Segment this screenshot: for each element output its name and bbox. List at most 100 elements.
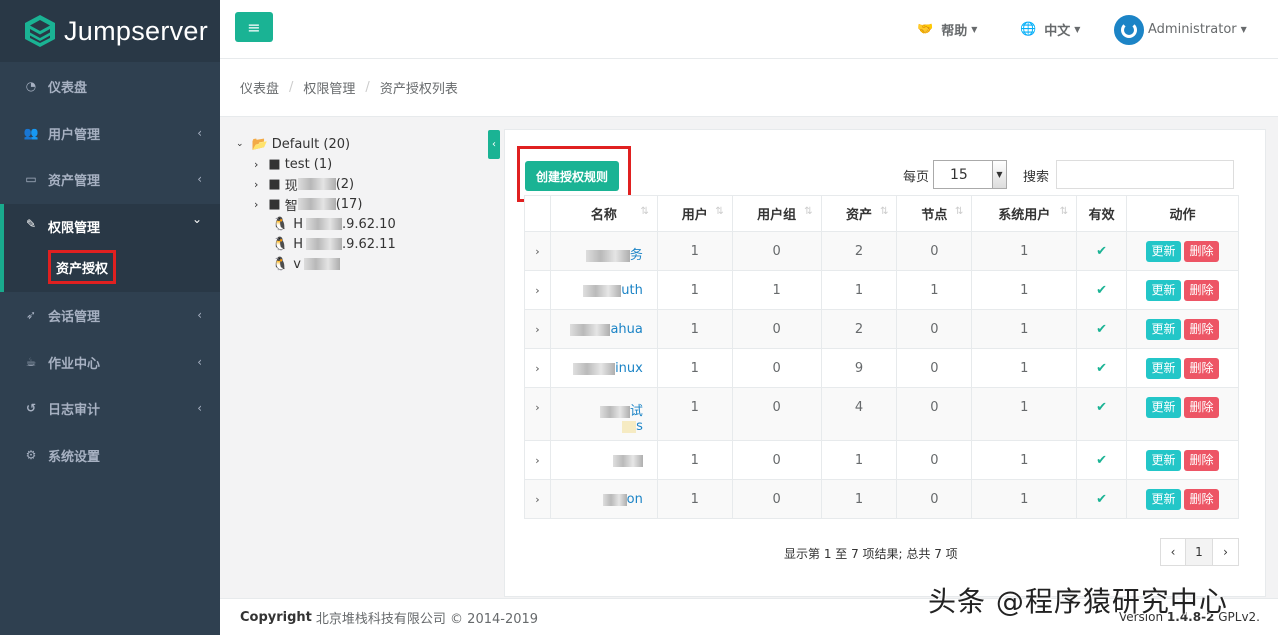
permission-name-line2[interactable]: s — [636, 419, 643, 434]
chevron-left-icon: ‹ — [197, 355, 202, 369]
sidebar-subitem-asset-permission[interactable]: 资产授权 — [48, 250, 116, 284]
pagination-page-1[interactable]: 1 — [1185, 538, 1213, 566]
column-header-users[interactable]: 用户 ⇅ — [656, 195, 733, 232]
pagination-next[interactable]: › — [1212, 538, 1239, 566]
tree-node[interactable]: › ■ 智 (17) — [254, 194, 362, 214]
tree-collapse-button[interactable]: ‹ — [488, 130, 500, 159]
assets-cell: 1 — [820, 270, 898, 310]
delete-button[interactable]: 删除 — [1184, 397, 1220, 418]
table-row[interactable]: › 试 s 1 0 4 0 1 ✔ 更新 删除 — [524, 387, 1239, 441]
chevron-left-icon: ‹ — [197, 172, 202, 186]
expand-cell[interactable]: › — [524, 270, 551, 310]
table-row[interactable]: › on 1 0 1 0 1 ✔ 更新 删除 — [524, 479, 1239, 519]
tree-asset[interactable]: 🐧 H .9.62.11 — [272, 234, 396, 254]
breadcrumb-permissions[interactable]: 权限管理 — [303, 78, 355, 97]
system-users-cell: 1 — [971, 387, 1078, 441]
update-button[interactable]: 更新 — [1146, 319, 1182, 340]
language-dropdown[interactable]: 🌐 中文 ▼ — [1020, 0, 1080, 59]
history-icon: ↺ — [25, 401, 37, 415]
chevron-right-icon: › — [535, 284, 540, 297]
breadcrumb-separator: / — [365, 80, 370, 95]
update-button[interactable]: 更新 — [1146, 241, 1182, 262]
tree-node[interactable]: › ■ test (1) — [254, 154, 332, 174]
expand-cell[interactable]: › — [524, 231, 551, 271]
sort-icon: ⇅ — [880, 206, 889, 217]
expand-cell[interactable]: › — [524, 440, 551, 480]
update-button[interactable]: 更新 — [1146, 397, 1182, 418]
valid-cell: ✔ — [1076, 479, 1128, 519]
tree-asset[interactable]: 🐧 H .9.62.10 — [272, 214, 396, 234]
sidebar-item-sessions[interactable]: ➶ 会话管理 ‹ — [0, 295, 220, 335]
expand-cell[interactable]: › — [524, 309, 551, 349]
check-icon: ✔ — [1096, 283, 1108, 298]
menu-toggle-button[interactable]: ≡ — [235, 12, 273, 42]
column-header-name[interactable]: 名称 ⇅ — [549, 195, 658, 232]
column-header-system-users[interactable]: 系统用户 ⇅ — [971, 195, 1078, 232]
permission-name[interactable]: 务 — [630, 248, 643, 263]
column-header-user-groups[interactable]: 用户组 ⇅ — [731, 195, 822, 232]
expand-cell[interactable]: › — [524, 348, 551, 388]
actions-cell: 更新 删除 — [1126, 348, 1239, 388]
permission-name[interactable]: inux — [615, 361, 643, 376]
check-icon: ✔ — [1096, 361, 1108, 376]
table-row[interactable]: › 务 1 0 2 0 1 ✔ 更新 删除 — [524, 231, 1239, 271]
sidebar-item-users[interactable]: 👥 用户管理 ‹ — [0, 113, 220, 153]
update-button[interactable]: 更新 — [1146, 450, 1182, 471]
breadcrumb: 仪表盘 / 权限管理 / 资产授权列表 — [220, 59, 1278, 117]
tree-node-prefix: 智 — [284, 198, 298, 214]
globe-icon: 🌐 — [1020, 22, 1037, 37]
pagination-prev[interactable]: ‹ — [1160, 538, 1186, 566]
help-dropdown[interactable]: 🤝 帮助 ▼ — [917, 0, 977, 59]
tree-node-root[interactable]: ⌄ 📂 Default (20) — [236, 134, 350, 154]
delete-button[interactable]: 删除 — [1184, 489, 1220, 510]
create-permission-button[interactable]: 创建授权规则 — [525, 161, 619, 191]
chevron-right-icon: › — [254, 177, 259, 191]
folder-icon: ■ — [268, 156, 281, 172]
delete-button[interactable]: 删除 — [1184, 280, 1220, 301]
expand-cell[interactable]: › — [524, 479, 551, 519]
table-row[interactable]: › uth 1 1 1 1 1 ✔ 更新 删除 — [524, 270, 1239, 310]
delete-button[interactable]: 删除 — [1184, 358, 1220, 379]
blurred-text — [602, 493, 627, 506]
per-page-select[interactable]: 15 ▼ — [933, 160, 1007, 189]
logo[interactable]: Jumpserver — [0, 0, 220, 62]
sidebar-item-settings[interactable]: ⚙ 系统设置 — [0, 435, 220, 475]
tree-node-prefix: 现 — [284, 178, 298, 194]
sidebar-item-audit[interactable]: ↺ 日志审计 ‹ — [0, 388, 220, 428]
permission-name[interactable]: 试 — [630, 404, 643, 419]
tree-node-prefix: H — [293, 236, 303, 252]
assets-cell: 4 — [820, 387, 898, 441]
system-users-cell: 1 — [971, 309, 1078, 349]
sidebar-item-assets[interactable]: ▭ 资产管理 ‹ — [0, 159, 220, 199]
chevron-down-icon: ⌄ — [191, 212, 202, 226]
nodes-cell: 0 — [896, 309, 973, 349]
table-row[interactable]: › inux 1 0 9 0 1 ✔ 更新 删除 — [524, 348, 1239, 388]
search-input[interactable] — [1056, 160, 1234, 189]
breadcrumb-dashboard[interactable]: 仪表盘 — [240, 78, 279, 97]
column-header-assets[interactable]: 资产 ⇅ — [820, 195, 898, 232]
sidebar-item-dashboard[interactable]: ◔ 仪表盘 — [0, 66, 220, 106]
delete-button[interactable]: 删除 — [1184, 319, 1220, 340]
tree-node-label: .9.62.11 — [341, 236, 396, 252]
table-row[interactable]: › 1 0 1 0 1 ✔ 更新 删除 — [524, 440, 1239, 480]
sidebar-item-label: 资产管理 — [48, 173, 101, 189]
update-button[interactable]: 更新 — [1146, 489, 1182, 510]
update-button[interactable]: 更新 — [1146, 280, 1182, 301]
name-cell — [549, 440, 658, 480]
tree-asset[interactable]: 🐧 v — [272, 254, 340, 274]
delete-button[interactable]: 删除 — [1184, 241, 1220, 262]
delete-button[interactable]: 删除 — [1184, 450, 1220, 471]
permission-name[interactable]: on — [627, 492, 643, 507]
expand-cell[interactable]: › — [524, 387, 551, 441]
update-button[interactable]: 更新 — [1146, 358, 1182, 379]
tree-node[interactable]: › ■ 现 (2) — [254, 174, 354, 194]
user-dropdown[interactable]: Administrator ▼ — [1114, 0, 1247, 59]
sidebar-item-jobs[interactable]: ☕ 作业中心 ‹ — [0, 342, 220, 382]
permission-name[interactable]: ahua — [610, 322, 642, 337]
column-header-nodes[interactable]: 节点 ⇅ — [896, 195, 973, 232]
blurred-text — [303, 258, 340, 270]
permission-name[interactable]: uth — [621, 283, 643, 298]
actions-cell: 更新 删除 — [1126, 270, 1239, 310]
table-row[interactable]: › ahua 1 0 2 0 1 ✔ 更新 删除 — [524, 309, 1239, 349]
tree-node-label: Default (20) — [271, 136, 351, 152]
